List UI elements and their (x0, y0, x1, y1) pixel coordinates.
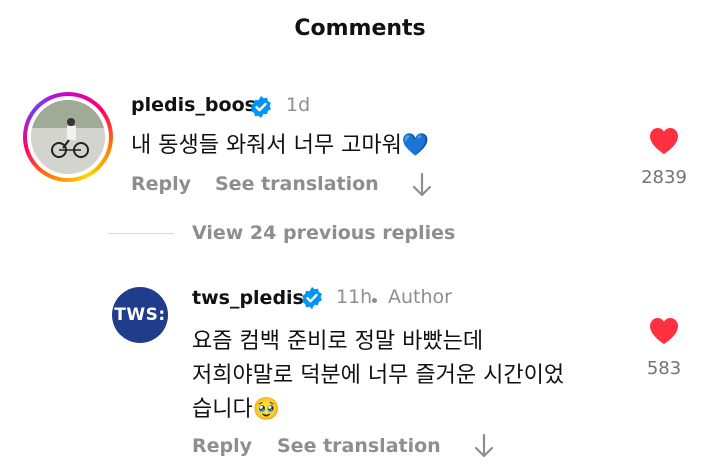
story-ring-avatar[interactable] (23, 92, 113, 182)
heart-icon[interactable] (648, 316, 680, 346)
sheet-title: Comments (294, 16, 426, 41)
see-translation-button[interactable]: See translation (215, 173, 379, 195)
reply-text-line: 요즘 컴백 준비로 정말 바빴는데 (192, 329, 484, 354)
verified-badge-icon (251, 96, 271, 118)
like-count: 2839 (641, 167, 687, 188)
reply-button[interactable]: Reply (192, 435, 252, 457)
reply-text-line: 습니다🥹 (192, 397, 281, 422)
reply-button[interactable]: Reply (131, 173, 191, 195)
thread-divider (108, 233, 174, 234)
reply-username[interactable]: tws_pledis (192, 287, 304, 309)
arrow-down-icon[interactable] (411, 172, 433, 198)
avatar (31, 100, 105, 174)
verified-badge-icon (302, 287, 322, 309)
like-count: 583 (646, 358, 682, 379)
comment-username[interactable]: pledis_boos (131, 94, 256, 116)
author-badge: Author (388, 286, 452, 308)
comment-time: 1d (286, 94, 311, 116)
comments-sheet: Comments pledis_boos 1d 내 동생들 와줘서 너무 고마워… (0, 0, 720, 476)
separator-dot (372, 298, 377, 303)
arrow-down-icon[interactable] (473, 433, 495, 459)
heart-icon[interactable] (648, 126, 680, 156)
view-previous-replies-button[interactable]: View 24 previous replies (192, 222, 455, 244)
avatar[interactable]: TWS: (112, 287, 168, 343)
comment-text: 내 동생들 와줘서 너무 고마워💙 (131, 133, 430, 158)
see-translation-button[interactable]: See translation (277, 435, 441, 457)
reply-time: 11h (336, 286, 373, 308)
reply-text-line: 저희야말로 덕분에 너무 즐거운 시간이었 (192, 363, 565, 388)
